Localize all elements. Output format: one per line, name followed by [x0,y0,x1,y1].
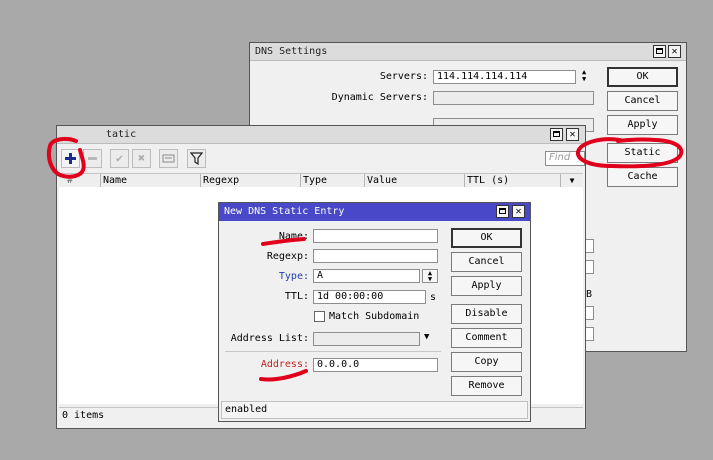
maximize-icon[interactable] [653,45,666,58]
remove-icon[interactable] [83,149,102,168]
cancel-button[interactable]: Cancel [451,252,522,272]
enable-icon[interactable]: ✔ [110,149,129,168]
table-header: # Name Regexp Type Value TTL (s) ▼ [59,173,583,188]
copy-button[interactable]: Copy [451,352,522,372]
type-label: Type: [278,271,309,282]
dialog-status-bar: enabled [221,401,528,419]
disable-icon[interactable]: ✖ [132,149,151,168]
address-label: Address: [260,359,309,370]
address-list-select[interactable] [313,332,420,346]
maximize-icon[interactable] [550,128,563,141]
ttl-label: TTL: [284,291,309,302]
add-icon[interactable] [61,149,80,168]
apply-button[interactable]: Apply [451,276,522,296]
reorder-arrows-icon[interactable]: ▲ ▼ [582,69,586,83]
address-list-label: Address List: [230,333,309,344]
regexp-input[interactable] [313,249,438,263]
static-button[interactable]: Static [607,143,678,163]
address-input[interactable]: 0.0.0.0 [313,358,438,372]
dns-settings-title: DNS Settings [250,43,686,61]
match-subdomain-checkbox[interactable] [314,311,325,322]
type-dropdown-icon[interactable]: ▲ ▼ [422,269,438,283]
ttl-unit-label: s [430,292,437,303]
dns-static-title-text: tatic [106,129,137,140]
servers-input[interactable]: 114.114.114.114 [433,70,576,84]
find-input[interactable]: Find [545,151,585,166]
ttl-input[interactable]: 1d 00:00:00 [313,290,426,304]
type-select[interactable]: A [313,269,420,283]
dynamic-servers-field [433,91,594,105]
item-count: 0 items [62,410,105,421]
name-label: Name: [278,231,309,242]
column-header-value[interactable]: Value [365,174,465,187]
address-list-dropdown-icon[interactable]: ▼ [424,332,429,342]
close-icon[interactable]: ✕ [668,45,681,58]
match-subdomain-label: Match Subdomain [329,311,420,322]
comment-icon[interactable] [159,149,178,168]
name-input[interactable] [313,229,438,243]
section-divider [225,351,441,352]
settings-apply-button[interactable]: Apply [607,115,678,135]
maximize-icon[interactable] [496,205,509,218]
remove-button[interactable]: Remove [451,376,522,396]
find-placeholder: Find [549,152,571,163]
cache-button[interactable]: Cache [607,167,678,187]
dns-static-title: tatic [57,126,585,144]
servers-label: Servers: [379,71,428,82]
size-unit-label: B [586,289,593,300]
column-header-ttl[interactable]: TTL (s) [465,174,561,187]
close-icon[interactable]: ✕ [512,205,525,218]
column-menu-icon[interactable]: ▼ [563,174,581,187]
column-header-number[interactable]: # [59,174,101,187]
ok-button[interactable]: OK [451,228,522,248]
disable-button[interactable]: Disable [451,304,522,324]
close-icon[interactable]: ✕ [566,128,579,141]
comment-button[interactable]: Comment [451,328,522,348]
entry-status: enabled [225,404,268,415]
regexp-label: Regexp: [266,251,309,262]
column-header-regexp[interactable]: Regexp [201,174,301,187]
settings-ok-button[interactable]: OK [607,67,678,87]
new-static-entry-dialog: New DNS Static Entry ✕ Name: Regexp: Typ… [218,202,531,422]
dynamic-servers-label: Dynamic Servers: [331,92,428,103]
column-header-type[interactable]: Type [301,174,365,187]
column-header-name[interactable]: Name [101,174,201,187]
settings-cancel-button[interactable]: Cancel [607,91,678,111]
dialog-title: New DNS Static Entry [219,203,530,221]
filter-icon[interactable] [187,149,206,168]
